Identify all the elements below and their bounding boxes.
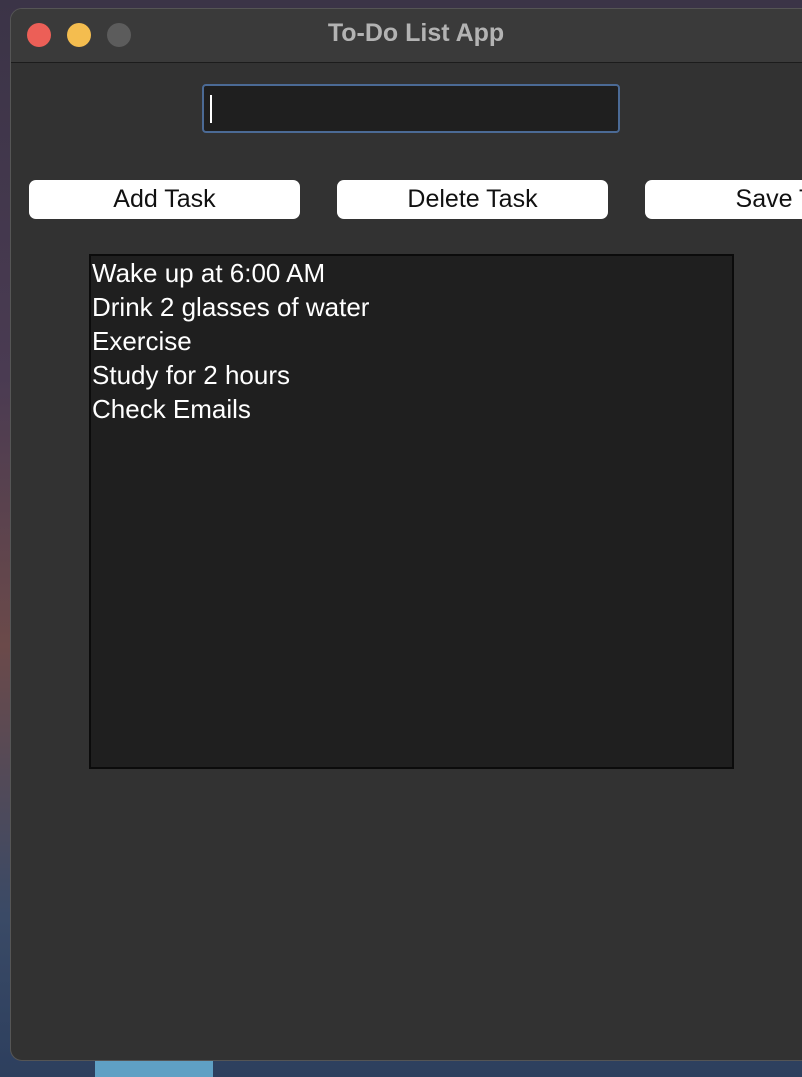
list-item[interactable]: Check Emails <box>91 392 732 426</box>
task-list[interactable]: Wake up at 6:00 AM Drink 2 glasses of wa… <box>89 254 734 769</box>
list-item[interactable]: Exercise <box>91 324 732 358</box>
task-input-field[interactable] <box>202 84 620 133</box>
title-bar: To-Do List App <box>11 9 802 63</box>
text-caret <box>210 95 212 123</box>
window-title: To-Do List App <box>327 19 505 47</box>
app-window: To-Do List App Add Task Delete Task Save… <box>10 8 802 1061</box>
add-task-button[interactable]: Add Task <box>29 180 300 219</box>
save-tasks-button[interactable]: Save Ta <box>645 180 802 219</box>
desktop-background-strip <box>95 1060 213 1077</box>
list-item[interactable]: Wake up at 6:00 AM <box>91 256 732 290</box>
delete-task-button[interactable]: Delete Task <box>337 180 608 219</box>
list-item[interactable]: Drink 2 glasses of water <box>91 290 732 324</box>
task-input[interactable] <box>204 86 618 131</box>
list-item[interactable]: Study for 2 hours <box>91 358 732 392</box>
